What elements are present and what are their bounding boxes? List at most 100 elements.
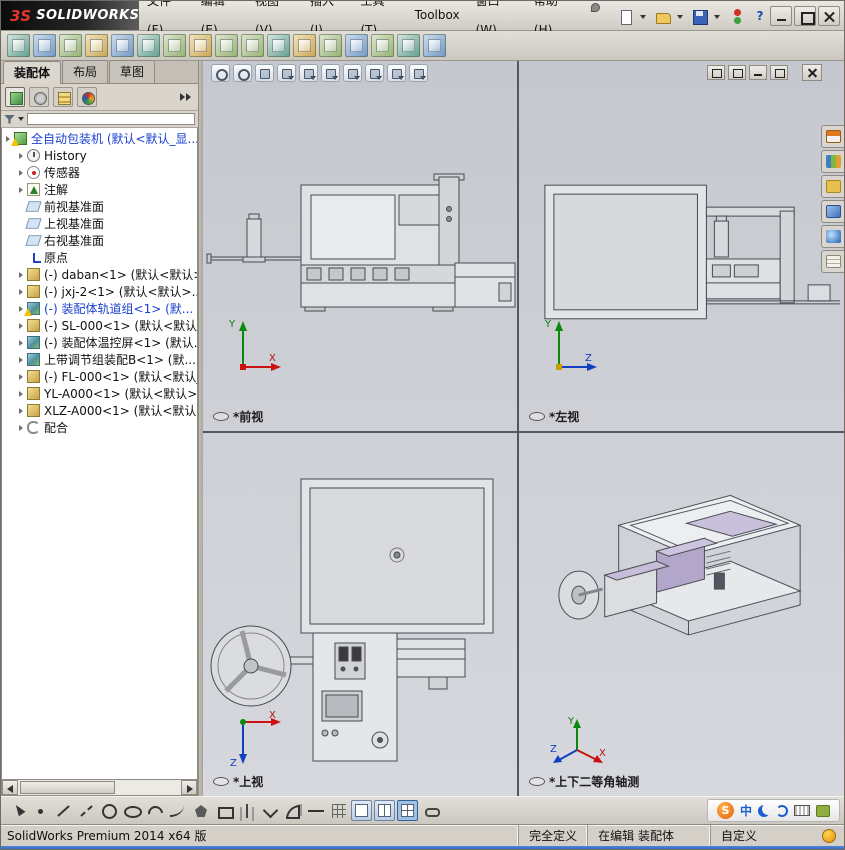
sketch-ellipse-icon[interactable] [121,800,142,821]
sketch-rectangle-icon[interactable] [213,800,234,821]
tree-item[interactable]: (-) 装配体轨道组<1> (默... [2,300,197,317]
display-style-icon[interactable] [321,64,340,82]
restore-document-button[interactable] [770,65,788,80]
tree-item[interactable]: 上视基准面 [2,215,197,232]
insert-component-icon[interactable] [7,34,30,57]
tile-windows-button[interactable] [728,65,746,80]
expand-arrow-icon[interactable] [6,135,10,142]
mass-properties-icon[interactable] [345,34,368,57]
sketch-point-icon[interactable] [29,800,50,821]
ime-language-indicator[interactable]: 中 [740,802,752,819]
maximize-button[interactable] [794,5,816,26]
expand-arrow-icon[interactable] [19,186,23,193]
configurationmanager-tab[interactable] [53,87,73,107]
tree-item[interactable]: YL-A000<1> (默认<默认>... [2,385,197,402]
solidworks-resources-icon[interactable] [821,125,844,148]
tree-item[interactable]: XLZ-A000<1> (默认<默认... [2,402,197,419]
pin-menu-icon[interactable] [588,1,601,15]
ime-fullhalf-icon[interactable] [758,805,770,817]
ime-toolbox-icon[interactable] [816,804,830,817]
close-button[interactable] [818,5,840,26]
filter-dropdown-arrow[interactable] [18,117,24,121]
sketch-spline-icon[interactable] [167,800,188,821]
expand-arrow-icon[interactable] [19,390,23,397]
interference-detection-icon[interactable] [293,34,316,57]
trim-entities-icon[interactable] [259,800,280,821]
expand-arrow-icon[interactable] [19,271,23,278]
centerline-icon[interactable] [75,800,96,821]
open-dropdown-icon[interactable] [676,6,685,26]
sketch-line-icon[interactable] [52,800,73,821]
display-manager-tab[interactable] [77,87,97,107]
tree-item[interactable]: 右视基准面 [2,232,197,249]
smart-dimension-icon[interactable] [305,800,326,821]
featuremanager-tree-tab[interactable] [5,87,25,107]
view-settings-icon[interactable] [409,64,428,82]
soft-keyboard-icon[interactable] [794,805,810,816]
design-library-icon[interactable] [821,150,844,173]
tree-item[interactable]: (-) 装配体温控屏<1> (默认... [2,334,197,351]
save-dropdown-icon[interactable] [713,6,722,26]
flyout-chevron-icon[interactable] [178,89,194,105]
help-button[interactable]: ? [750,6,770,26]
grid-snap-icon[interactable] [328,800,349,821]
sketch-circle-icon[interactable] [98,800,119,821]
scroll-left-button[interactable] [2,780,18,795]
offset-entities-icon[interactable] [282,800,303,821]
view-palette-icon[interactable] [821,200,844,223]
exploded-view-icon[interactable] [267,34,290,57]
bill-of-materials-icon[interactable] [241,34,264,57]
filter-input[interactable] [27,113,195,125]
minimize-document-button[interactable] [749,65,767,80]
tree-item[interactable]: (-) jxj-2<1> (默认<默认>... [2,283,197,300]
new-dropdown-icon[interactable] [639,6,648,26]
expand-arrow-icon[interactable] [19,152,23,159]
apply-scene-icon[interactable] [387,64,406,82]
show-hidden-components-icon[interactable] [137,34,160,57]
cascade-windows-button[interactable] [707,65,725,80]
scrollbar-thumb[interactable] [20,781,115,794]
close-document-button[interactable] [802,64,822,81]
assembly-features-icon[interactable] [163,34,186,57]
tree-item[interactable]: (-) SL-000<1> (默认<默认_... [2,317,197,334]
tree-item[interactable]: 前视基准面 [2,198,197,215]
previous-view-icon[interactable] [255,64,274,82]
expand-arrow-icon[interactable] [19,339,23,346]
ime-punctuation-icon[interactable] [776,804,788,817]
scrollbar-track[interactable] [18,780,181,795]
viewport-divider-vertical[interactable] [517,61,519,796]
sogou-logo-icon[interactable]: S [716,802,734,819]
expand-arrow-icon[interactable] [19,373,23,380]
zoom-to-area-icon[interactable] [233,64,252,82]
rebuild-indicator-icon[interactable] [726,6,746,26]
expand-arrow-icon[interactable] [19,424,23,431]
smart-fasteners-icon[interactable] [85,34,108,57]
tree-item[interactable]: 传感器 [2,164,197,181]
tree-item[interactable]: 配合 [2,419,197,436]
tree-item[interactable]: (-) FL-000<1> (默认<默认_... [2,368,197,385]
link-views-icon[interactable] [420,800,441,821]
linear-component-pattern-icon[interactable] [59,34,82,57]
quick-tips-icon[interactable] [822,828,836,843]
open-button[interactable] [652,6,672,26]
sketch-arc-icon[interactable] [144,800,165,821]
new-document-button[interactable] [615,6,635,26]
expand-arrow-icon[interactable] [19,407,23,414]
tree-item[interactable]: 注解 [2,181,197,198]
four-view-icon[interactable] [397,800,418,821]
sketch-polygon-icon[interactable] [190,800,211,821]
propertymanager-tab[interactable] [29,87,49,107]
tree-item[interactable]: 上带调节组装配B<1> (默... [2,351,197,368]
panel-tab[interactable]: 布局 [62,60,109,83]
tree-item[interactable]: History [2,147,197,164]
view-orientation-icon[interactable] [299,64,318,82]
appearances-scenes-icon[interactable] [821,225,844,248]
expand-arrow-icon[interactable] [19,322,23,329]
reference-geometry-icon[interactable] [189,34,212,57]
minimize-button[interactable] [770,5,792,26]
zoom-to-fit-icon[interactable] [211,64,230,82]
tree-horizontal-scrollbar[interactable] [1,780,198,796]
tree-item[interactable]: 原点 [2,249,197,266]
mirror-entities-icon[interactable] [236,800,257,821]
tree-item[interactable]: (-) daban<1> (默认<默认>... [2,266,197,283]
